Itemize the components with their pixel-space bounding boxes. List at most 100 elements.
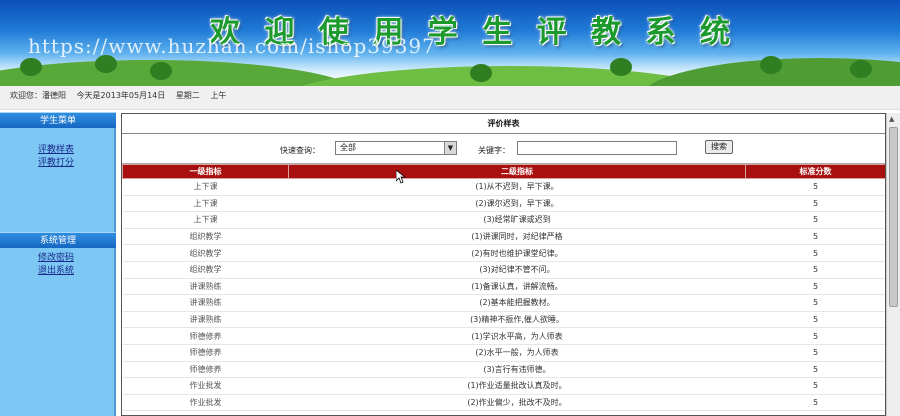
table-row: 讲课熟练 (1)备课认真，讲解流畅。 5	[122, 278, 885, 296]
table-row: 师德修养 (1)学识水平高，为人师表 5	[122, 327, 885, 345]
cell-level1: 上下课	[122, 211, 289, 229]
banner-tree	[760, 56, 782, 74]
cell-score: 5	[745, 244, 885, 262]
cell-level1: 上下课	[122, 178, 289, 196]
cell-score: 5	[745, 211, 885, 229]
banner-title-char: 教	[591, 15, 622, 50]
keyword-input[interactable]	[517, 141, 677, 155]
cell-level2: (1)讲课同时，对纪律严格	[288, 228, 746, 246]
cell-level2: (2)基本能把握教材。	[288, 294, 746, 312]
banner-hill	[0, 60, 360, 86]
column-header-level2: 二级指标	[288, 164, 746, 179]
table-row: 组织教学 (2)有时也维护课堂纪律。 5	[122, 244, 885, 262]
cell-level1: 作业批发	[122, 377, 289, 395]
cell-level2: (1)作业适量批改认真及时。	[288, 377, 746, 395]
banner-tree	[850, 60, 872, 78]
cell-score: 5	[745, 195, 885, 213]
sidebar: 学生菜单 评教样表 评教打分 系统管理 修改密码 退出系统	[0, 112, 116, 416]
watermark: https://www.huzhan.com/ishop39397	[28, 34, 436, 58]
cell-level1: 作业批发	[122, 394, 289, 412]
cell-level2: (1)学识水平高，为人师表	[288, 327, 746, 345]
cell-level1: 组织教学	[122, 244, 289, 262]
cell-score: 5	[745, 311, 885, 329]
cell-level1: 师德修养	[122, 344, 289, 362]
evaluation-table: 一级指标 二级指标 标准分数 上下课 (1)从不迟到，早下课。 5 上下课 (2)课尔迟…	[122, 164, 885, 412]
sidebar-group-student-title: 学生菜单	[0, 112, 116, 128]
cell-score: 5	[745, 178, 885, 196]
cell-level2: (2)作业偏少，批改不及时。	[288, 394, 746, 412]
cell-score: 5	[745, 294, 885, 312]
cell-score: 5	[745, 361, 885, 379]
banner-title-char: 评	[536, 15, 567, 50]
cell-level1: 组织教学	[122, 228, 289, 246]
table-row: 作业批发 (2)作业偏少，批改不及时。 5	[122, 394, 885, 412]
table-row: 上下课 (3)经常旷课或迟到 5	[122, 211, 885, 229]
table-row: 上下课 (1)从不迟到，早下课。 5	[122, 178, 885, 196]
search-bar: 快速查询： 全部 ▼ 关键字： 搜索	[122, 134, 885, 164]
cell-score: 5	[745, 261, 885, 279]
banner-tree	[150, 62, 172, 80]
scrollbar-thumb[interactable]	[889, 127, 898, 307]
table-row: 讲课熟练 (3)精神不振作,催人欲睡。 5	[122, 311, 885, 329]
banner-tree	[610, 58, 632, 76]
table-row: 组织教学 (3)对纪律不管不问。 5	[122, 261, 885, 279]
table-header-row: 一级指标 二级指标 标准分数	[122, 164, 885, 179]
cell-level2: (2)课尔迟到，早下课。	[288, 195, 746, 213]
banner-tree	[470, 64, 492, 82]
mouse-cursor-icon	[395, 169, 407, 187]
column-header-score: 标准分数	[745, 164, 885, 179]
cell-level2: (1)备课认真，讲解流畅。	[288, 278, 746, 296]
scroll-up-icon[interactable]: ▲	[889, 115, 894, 123]
cell-level1: 上下课	[122, 195, 289, 213]
table-row: 上下课 (2)课尔迟到，早下课。 5	[122, 195, 885, 213]
table-row: 组织教学 (1)讲课同时，对纪律严格 5	[122, 228, 885, 246]
cell-level2: (3)对纪律不管不问。	[288, 261, 746, 279]
cell-level2: (3)经常旷课或迟到	[288, 211, 746, 229]
cell-level2: (1)从不迟到，早下课。	[288, 178, 746, 196]
sidebar-item-evaluation-score[interactable]: 评教打分	[0, 157, 114, 170]
cell-level1: 讲课熟练	[122, 311, 289, 329]
cell-level2: (2)有时也维护课堂纪律。	[288, 244, 746, 262]
cell-score: 5	[745, 278, 885, 296]
sidebar-item-logout[interactable]: 退出系统	[0, 265, 114, 278]
welcome-greeting: 欢迎您：潘德阳	[10, 91, 66, 100]
banner-title-char: 统	[699, 15, 730, 50]
welcome-weekday: 星期二	[175, 91, 200, 100]
banner-tree	[20, 58, 42, 76]
quick-query-select[interactable]: 全部 ▼	[335, 141, 457, 155]
table-row: 讲课熟练 (2)基本能把握教材。 5	[122, 294, 885, 312]
cell-level1: 师德修养	[122, 361, 289, 379]
keyword-label: 关键字：	[478, 146, 510, 155]
cell-score: 5	[745, 327, 885, 345]
cell-score: 5	[745, 344, 885, 362]
welcome-period: 上午	[210, 91, 227, 100]
table-row: 师德修养 (2)水平一般，为人师表 5	[122, 344, 885, 362]
column-header-level1: 一级指标	[122, 164, 289, 179]
table-body: 上下课 (1)从不迟到，早下课。 5 上下课 (2)课尔迟到，早下课。 5 上下课 (3)经常…	[122, 178, 885, 412]
panel-title: 评价样表	[122, 114, 885, 134]
welcome-date: 今天是2013年05月14日	[76, 91, 166, 100]
cell-level2: (3)言行有违师德。	[288, 361, 746, 379]
sidebar-item-evaluation-sample[interactable]: 评教样表	[0, 144, 114, 157]
chevron-down-icon[interactable]: ▼	[444, 142, 456, 154]
cell-level1: 师德修养	[122, 327, 289, 345]
welcome-bar: 欢迎您：潘德阳 今天是2013年05月14日 星期二 上午	[0, 86, 900, 110]
cell-score: 5	[745, 377, 885, 395]
table-row: 师德修养 (3)言行有违师德。 5	[122, 361, 885, 379]
cell-score: 5	[745, 394, 885, 412]
cell-level2: (3)精神不振作,催人欲睡。	[288, 311, 746, 329]
cell-level2: (2)水平一般，为人师表	[288, 344, 746, 362]
cell-level1: 讲课熟练	[122, 294, 289, 312]
table-row: 作业批发 (1)作业适量批改认真及时。 5	[122, 377, 885, 395]
cell-score: 5	[745, 228, 885, 246]
cell-level1: 组织教学	[122, 261, 289, 279]
page-scrollbar[interactable]: ▲	[886, 113, 900, 416]
banner-title-char: 生	[482, 15, 513, 50]
quick-query-label: 快速查询：	[280, 146, 320, 155]
header-banner: 欢 迎 使 用 学 生 评 教 系 统 https://www.huzhan.c…	[0, 0, 900, 86]
quick-query-value: 全部	[340, 143, 356, 152]
search-button[interactable]: 搜索	[705, 140, 733, 154]
banner-title-char: 系	[645, 15, 676, 50]
main-panel: 评价样表 快速查询： 全部 ▼ 关键字： 搜索 一级指标 二级指标 标准分数 上…	[121, 113, 886, 416]
sidebar-item-change-password[interactable]: 修改密码	[0, 252, 114, 265]
